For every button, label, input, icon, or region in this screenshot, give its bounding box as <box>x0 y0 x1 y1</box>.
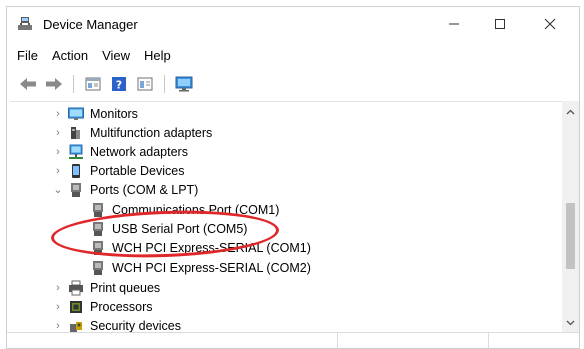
processor-icon <box>70 300 82 313</box>
tree-item-label: Ports (COM & LPT) <box>90 182 199 197</box>
tree-item-wch-serial-com2[interactable]: WCH PCI Express-SERIAL (COM2) <box>90 258 311 277</box>
expand-portable[interactable]: › <box>52 161 64 180</box>
tree-item-processors[interactable]: Processors <box>68 297 153 316</box>
port-icon <box>93 221 103 236</box>
tree-item-label: Monitors <box>90 106 138 121</box>
toolbar-separator <box>164 75 165 93</box>
tree-item-usb-serial-port[interactable]: USB Serial Port (COM5) <box>90 219 247 238</box>
tree-item-label: WCH PCI Express-SERIAL (COM1) <box>112 240 311 255</box>
tree-item-portable-devices[interactable]: Portable Devices <box>68 161 185 180</box>
tree-item-label: Portable Devices <box>90 163 185 178</box>
menu-view[interactable]: View <box>95 48 137 63</box>
tree-item-label: USB Serial Port (COM5) <box>112 221 248 236</box>
expand-print-queues[interactable]: › <box>52 278 64 297</box>
port-icon <box>93 240 103 255</box>
back-icon <box>20 78 36 90</box>
tree-item-network-adapters[interactable]: Network adapters <box>68 142 188 161</box>
expand-network[interactable]: › <box>52 142 64 161</box>
forward-icon <box>46 78 62 90</box>
tree-item-label: Security devices <box>90 318 182 333</box>
menu-help[interactable]: Help <box>137 48 178 63</box>
expand-monitors[interactable]: › <box>52 104 64 123</box>
scroll-up-button[interactable] <box>562 103 579 120</box>
help-button[interactable]: ? <box>108 74 130 94</box>
menu-action[interactable]: Action <box>45 48 95 63</box>
device-manager-icon <box>18 17 32 30</box>
close-icon <box>544 18 556 30</box>
scan-hardware-button[interactable] <box>173 74 195 94</box>
properties-button[interactable] <box>82 74 104 94</box>
tree-item-label: Network adapters <box>90 144 188 159</box>
tree-item-ports[interactable]: Ports (COM & LPT) <box>68 180 198 199</box>
tree-item-label: WCH PCI Express-SERIAL (COM2) <box>112 260 311 275</box>
scroll-down-button[interactable] <box>562 314 579 331</box>
scroll-thumb[interactable] <box>566 203 575 269</box>
view-button[interactable] <box>134 74 156 94</box>
collapse-ports[interactable]: ⌄ <box>52 180 64 199</box>
tree-item-label: Processors <box>90 299 153 314</box>
chevron-down-icon <box>566 320 575 325</box>
port-icon <box>93 260 103 275</box>
maximize-icon <box>495 19 505 29</box>
help-icon: ? <box>112 77 126 92</box>
forward-button[interactable] <box>43 74 65 94</box>
monitor-icon <box>68 107 84 120</box>
tree-item-wch-serial-com1[interactable]: WCH PCI Express-SERIAL (COM1) <box>90 238 311 257</box>
port-icon <box>93 202 103 217</box>
close-button[interactable] <box>527 7 573 41</box>
monitor-icon <box>175 76 193 92</box>
svg-text:?: ? <box>116 79 122 92</box>
tree-item-communications-port[interactable]: Communications Port (COM1) <box>90 200 279 219</box>
window-title: Device Manager <box>43 17 138 32</box>
device-tree: › Monitors › Multifunction adapters › Ne… <box>10 101 566 334</box>
status-segment <box>489 333 579 348</box>
network-icon <box>69 144 83 159</box>
printer-icon <box>69 280 83 295</box>
vertical-scrollbar[interactable] <box>562 101 579 333</box>
menu-bar: File Action View Help <box>7 43 178 67</box>
tree-item-multifunction-adapters[interactable]: Multifunction adapters <box>68 123 212 142</box>
properties-icon <box>85 77 101 91</box>
menu-file[interactable]: File <box>7 48 45 63</box>
expand-processors[interactable]: › <box>52 297 64 316</box>
minimize-button[interactable] <box>431 7 477 41</box>
toolbar: ? <box>7 70 579 98</box>
status-bar <box>7 332 579 348</box>
tree-item-label: Multifunction adapters <box>90 125 213 140</box>
device-manager-window: Device Manager File Action View Help ? ›… <box>6 6 580 349</box>
status-segment <box>7 333 338 348</box>
multifunction-icon <box>71 126 80 139</box>
tree-item-label: Communications Port (COM1) <box>112 202 280 217</box>
tree-item-monitors[interactable]: Monitors <box>68 104 138 123</box>
tree-item-print-queues[interactable]: Print queues <box>68 278 160 297</box>
status-segment <box>338 333 489 348</box>
portable-device-icon <box>72 163 80 178</box>
tree-item-label: Print queues <box>90 280 161 295</box>
back-button[interactable] <box>17 74 39 94</box>
view-icon <box>137 77 153 91</box>
maximize-button[interactable] <box>477 7 523 41</box>
expand-multifunction[interactable]: › <box>52 123 64 142</box>
minimize-icon <box>449 23 459 25</box>
port-icon <box>71 182 81 197</box>
chevron-up-icon <box>566 109 575 114</box>
title-bar[interactable]: Device Manager <box>7 7 579 41</box>
toolbar-separator <box>73 75 74 93</box>
